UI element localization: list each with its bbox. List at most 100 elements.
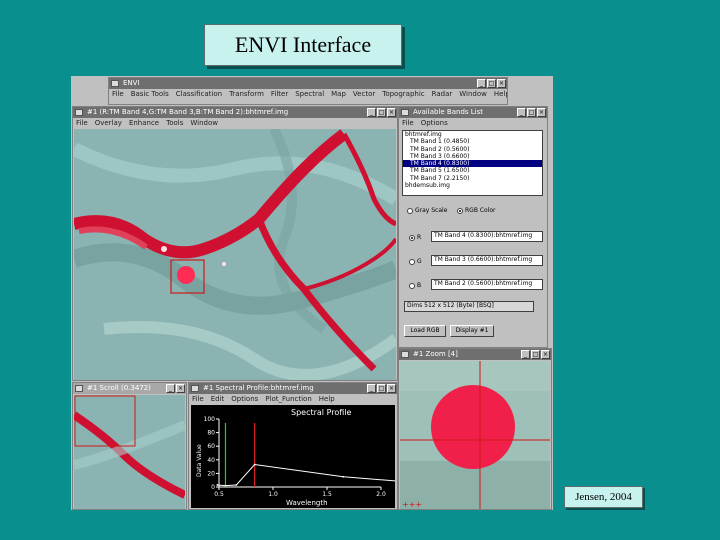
spectral-menu-help[interactable]: Help	[319, 395, 335, 403]
band-item[interactable]: TM Band 3 (0.6600)	[403, 153, 542, 160]
spectral-menu-options[interactable]: Options	[231, 395, 258, 403]
display-menu-enhance[interactable]: Enhance	[129, 119, 159, 127]
menu-filter[interactable]: Filter	[271, 90, 288, 98]
y-tick-label: 40	[207, 457, 215, 464]
menu-spectral[interactable]: Spectral	[295, 90, 324, 98]
minimize-icon[interactable]: _	[367, 384, 376, 393]
bands-menu-file[interactable]: File	[402, 119, 414, 127]
y-tick-label: 80	[207, 430, 215, 437]
display-menu-file[interactable]: File	[76, 119, 88, 127]
b-band-field[interactable]: TM Band 2 (0.5600):bhtmref.img	[431, 279, 543, 290]
b-label: B	[417, 282, 422, 289]
spectral-title: #1 Spectral Profile:bhtmref.img	[203, 384, 314, 392]
menu-basic-tools[interactable]: Basic Tools	[131, 90, 169, 98]
band-item[interactable]: bhtmref.img	[403, 131, 542, 138]
maximize-icon[interactable]: □	[487, 79, 496, 88]
y-tick-label: 0	[211, 484, 215, 491]
main-titlebar[interactable]: ENVI _ □ ×	[109, 78, 507, 89]
main-title: ENVI	[123, 79, 140, 87]
close-icon[interactable]: ×	[537, 108, 546, 117]
scroll-title: #1 Scroll (0.3472)	[87, 384, 151, 392]
g-band-field[interactable]: TM Band 3 (0.6600):bhtmref.img	[431, 255, 543, 266]
display-titlebar[interactable]: #1 (R:TM Band 4,G:TM Band 3,B:TM Band 2)…	[73, 107, 397, 118]
maximize-icon[interactable]: □	[527, 108, 536, 117]
r-channel[interactable]: R	[409, 234, 421, 241]
r-band-field[interactable]: TM Band 4 (0.8300):bhtmref.img	[431, 231, 543, 242]
display-menubar: File Overlay Enhance Tools Window	[73, 118, 397, 128]
x-tick-label: 1.0	[268, 491, 278, 498]
menu-file[interactable]: File	[112, 90, 124, 98]
band-item[interactable]: TM Band 1 (0.4850)	[403, 138, 542, 145]
maximize-icon[interactable]: □	[377, 384, 386, 393]
gray-label: Gray Scale	[415, 207, 448, 214]
bands-titlebar[interactable]: Available Bands List _ □ ×	[399, 107, 547, 118]
spectral-data-point	[224, 484, 227, 487]
scroll-titlebar[interactable]: #1 Scroll (0.3472) _ ×	[73, 383, 186, 394]
menu-radar[interactable]: Radar	[432, 90, 453, 98]
envi-app-icon	[111, 80, 119, 87]
band-item[interactable]: TM Band 2 (0.5600)	[403, 146, 542, 153]
bands-menu-options[interactable]: Options	[421, 119, 448, 127]
b-channel[interactable]: B	[409, 282, 421, 289]
close-icon[interactable]: ×	[176, 384, 185, 393]
dims-readout: Dims 512 x 512 (Byte) [BSQ]	[404, 301, 534, 312]
r-radio[interactable]	[409, 234, 415, 241]
close-icon[interactable]: ×	[497, 79, 506, 88]
chart-ylabel: Data Value	[196, 444, 203, 477]
mode-rgb-option[interactable]: RGB Color	[457, 207, 496, 214]
menu-map[interactable]: Map	[331, 90, 346, 98]
menu-transform[interactable]: Transform	[229, 90, 264, 98]
spectral-plot-area[interactable]: Spectral Profile Wavelength Data Value 0…	[191, 405, 397, 508]
minimize-icon[interactable]: _	[477, 79, 486, 88]
bands-list-window: Available Bands List _ □ × File Options bht…	[398, 106, 548, 348]
r-label: R	[417, 234, 422, 241]
display-menu-tools[interactable]: Tools	[166, 119, 183, 127]
spectral-menu-file[interactable]: File	[192, 395, 204, 403]
spectral-menu-plot-function[interactable]: Plot_Function	[265, 395, 311, 403]
band-item[interactable]: TM Band 7 (2.2150)	[403, 175, 542, 182]
x-tick-label: 1.5	[322, 491, 332, 498]
g-channel[interactable]: G	[409, 258, 422, 265]
maximize-icon[interactable]: □	[531, 350, 540, 359]
g-radio[interactable]	[409, 258, 415, 265]
minimize-icon[interactable]: _	[166, 384, 175, 393]
minimize-icon[interactable]: _	[517, 108, 526, 117]
mode-gray-option[interactable]: Gray Scale	[407, 207, 447, 214]
minimize-icon[interactable]: _	[521, 350, 530, 359]
display-1-button[interactable]: Display #1	[450, 325, 494, 337]
spectral-data-point	[216, 484, 219, 486]
menu-topographic[interactable]: Topographic	[382, 90, 424, 98]
spectral-menubar: File Edit Options Plot_Function Help	[189, 394, 397, 404]
close-icon[interactable]: ×	[387, 108, 396, 117]
display-window-icon	[75, 109, 83, 116]
maximize-icon[interactable]: □	[377, 108, 386, 117]
display-menu-overlay[interactable]: Overlay	[95, 119, 122, 127]
display-menu-window[interactable]: Window	[190, 119, 218, 127]
satellite-image-view[interactable]	[74, 129, 396, 380]
spectral-titlebar[interactable]: #1 Spectral Profile:bhtmref.img _ □ ×	[189, 383, 397, 394]
scroll-image-view[interactable]	[74, 395, 185, 509]
menu-vector[interactable]: Vector	[353, 90, 375, 98]
band-item[interactable]: TM Band 5 (1.6500)	[403, 167, 542, 174]
zoom-window: #1 Zoom [4] _ □ × +++	[398, 348, 552, 510]
band-item[interactable]: bhdemsub.img	[403, 182, 542, 189]
band-item-selected[interactable]: TM Band 4 (0.8300)	[403, 160, 542, 168]
bands-menubar: File Options	[399, 118, 547, 128]
scroll-window-icon	[75, 385, 83, 392]
close-icon[interactable]: ×	[387, 384, 396, 393]
bands-title: Available Bands List	[413, 108, 483, 116]
menu-window[interactable]: Window	[459, 90, 487, 98]
b-radio[interactable]	[409, 282, 415, 289]
rgb-radio[interactable]	[457, 207, 463, 214]
chart-xlabel: Wavelength	[286, 499, 328, 507]
zoom-image-view[interactable]: +++	[400, 361, 550, 509]
gray-radio[interactable]	[407, 207, 413, 214]
close-icon[interactable]: ×	[541, 350, 550, 359]
menu-help[interactable]: Help	[494, 90, 507, 98]
zoom-titlebar[interactable]: #1 Zoom [4] _ □ ×	[399, 349, 551, 360]
bands-listbox[interactable]: bhtmref.img TM Band 1 (0.4850) TM Band 2…	[402, 130, 543, 196]
minimize-icon[interactable]: _	[367, 108, 376, 117]
menu-classification[interactable]: Classification	[176, 90, 222, 98]
spectral-menu-edit[interactable]: Edit	[211, 395, 225, 403]
load-rgb-button[interactable]: Load RGB	[404, 325, 446, 337]
